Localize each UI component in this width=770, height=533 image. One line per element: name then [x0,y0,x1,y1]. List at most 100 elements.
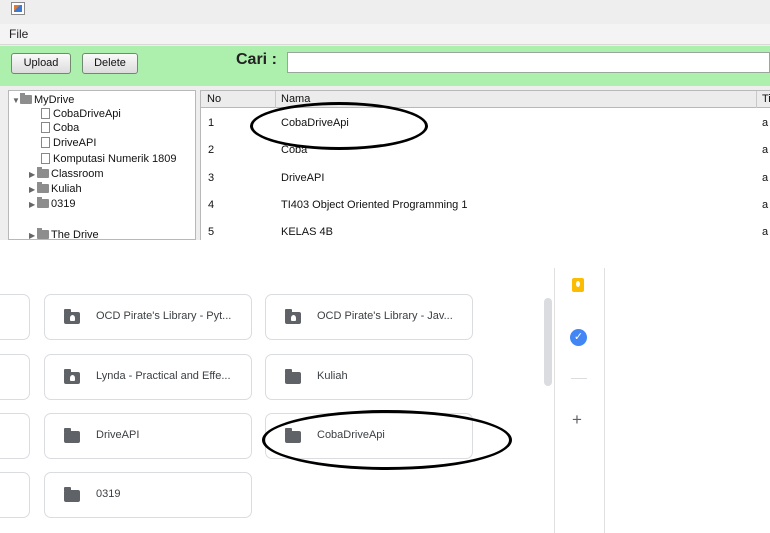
cell-ti: a [762,117,769,129]
search-label: Cari : [236,51,277,68]
tree-folder[interactable]: ▶ Classroom [29,167,104,181]
table-row[interactable]: 2 Coba a [201,138,770,164]
tree-folder-label: 0319 [51,198,76,210]
tree-item[interactable]: CobaDriveApi [41,108,121,121]
folder-card[interactable]: OCD Pirate's Library - Jav... [265,294,473,340]
menu-file[interactable]: File [9,27,28,41]
tree-folder-label: The Drive [51,229,99,240]
drive-web-view: OCD Pirate's Library - Pyt... OCD Pirate… [0,268,770,533]
tree-root[interactable]: ▼ MyDrive [12,93,75,107]
folder-card[interactable]: 0319 [44,472,252,518]
folder-card[interactable]: DriveAPI [44,413,252,459]
cell-ti: a [762,226,769,238]
folder-icon [64,487,80,502]
menu-bar: File [0,24,770,45]
side-panel-divider [554,268,555,533]
cell-no: 3 [208,172,215,184]
column-divider[interactable] [756,91,757,108]
table-header: No Nama Ti [201,91,770,108]
folder-icon [285,428,301,443]
folder-card-clipped[interactable] [0,472,30,518]
file-table: No Nama Ti 1 CobaDriveApi a 2 Coba a 3 D… [200,90,770,240]
cell-nama: KELAS 4B [281,226,333,238]
cell-ti: a [762,144,769,156]
java-app-icon [11,2,25,15]
collapse-icon[interactable]: ▶ [29,183,37,196]
shared-folder-icon [64,369,80,384]
table-row[interactable]: 3 DriveAPI a [201,166,770,192]
add-addon-icon[interactable]: + [572,410,582,430]
folder-name: DriveAPI [96,429,140,441]
tree-item-label: DriveAPI [53,137,97,149]
file-icon [41,153,50,164]
tree-folder-label: Kuliah [51,183,82,195]
cell-no: 5 [208,226,215,238]
column-header-no[interactable]: No [207,93,221,105]
cell-no: 1 [208,117,215,129]
tree-item[interactable]: Komputasi Numerik 1809 [41,153,177,166]
folder-card-clipped[interactable] [0,294,30,340]
shared-folder-icon [285,309,301,324]
tree-item[interactable]: Coba [41,122,79,135]
tree-item[interactable]: DriveAPI [41,137,96,150]
folder-icon [37,228,49,239]
tree-folder[interactable]: ▶ The Drive [29,228,99,240]
search-input[interactable] [287,52,770,73]
column-divider[interactable] [275,91,276,108]
tree-folder[interactable]: ▶ Kuliah [29,182,82,196]
expand-icon[interactable]: ▼ [12,94,20,107]
collapse-icon[interactable]: ▶ [29,168,37,181]
cell-ti: a [762,199,769,211]
file-icon [41,108,50,119]
tree-folder-label: Classroom [51,168,104,180]
folder-icon [37,167,49,178]
folder-name: OCD Pirate's Library - Jav... [317,310,453,322]
folder-name: Kuliah [317,370,348,382]
folder-name: OCD Pirate's Library - Pyt... [96,310,232,322]
tree-item-label: CobaDriveApi [53,108,121,120]
folder-icon [20,93,32,104]
cell-no: 4 [208,199,215,211]
folder-card[interactable]: Kuliah [265,354,473,400]
side-panel-divider [604,268,605,533]
file-icon [41,137,50,148]
folder-icon [37,182,49,193]
column-header-ti[interactable]: Ti [762,93,770,105]
tree-folder[interactable]: ▶ 0319 [29,197,76,211]
collapse-icon[interactable]: ▶ [29,198,37,211]
folder-card-clipped[interactable] [0,354,30,400]
delete-button[interactable]: Delete [82,53,138,74]
cell-nama: CobaDriveApi [281,117,349,129]
column-header-nama[interactable]: Nama [281,93,310,105]
folder-card-clipped[interactable] [0,413,30,459]
folder-card[interactable]: OCD Pirate's Library - Pyt... [44,294,252,340]
cell-nama: TI403 Object Oriented Programming 1 [281,199,468,211]
folder-card[interactable]: Lynda - Practical and Effe... [44,354,252,400]
cell-nama: DriveAPI [281,172,325,184]
shared-folder-icon [64,309,80,324]
tasks-icon[interactable]: ✓ [570,329,587,346]
upload-button[interactable]: Upload [11,53,71,74]
folder-name: Lynda - Practical and Effe... [96,370,231,382]
folder-icon [37,197,49,208]
folder-name: CobaDriveApi [317,429,385,441]
folder-card[interactable]: CobaDriveApi [265,413,473,459]
cell-no: 2 [208,144,215,156]
tree-root-label: MyDrive [34,94,75,106]
cell-nama: Coba [281,144,308,156]
keep-icon[interactable] [572,278,584,292]
cell-ti: a [762,172,769,184]
drive-tree: ▼ MyDrive CobaDriveApi Coba DriveAPI Komp… [8,90,196,240]
table-row[interactable]: 4 TI403 Object Oriented Programming 1 a [201,193,770,219]
folder-icon [64,428,80,443]
folder-icon [285,369,301,384]
side-panel-separator [571,378,587,379]
table-row[interactable]: 1 CobaDriveApi a [201,111,770,137]
table-row[interactable]: 5 KELAS 4B a [201,220,770,240]
tree-item-label: Coba [53,122,80,134]
collapse-icon[interactable]: ▶ [29,229,37,240]
scrollbar[interactable] [544,298,552,386]
file-icon [41,122,50,133]
folder-name: 0319 [96,488,121,500]
toolbar: Upload Delete Cari : [0,46,770,86]
